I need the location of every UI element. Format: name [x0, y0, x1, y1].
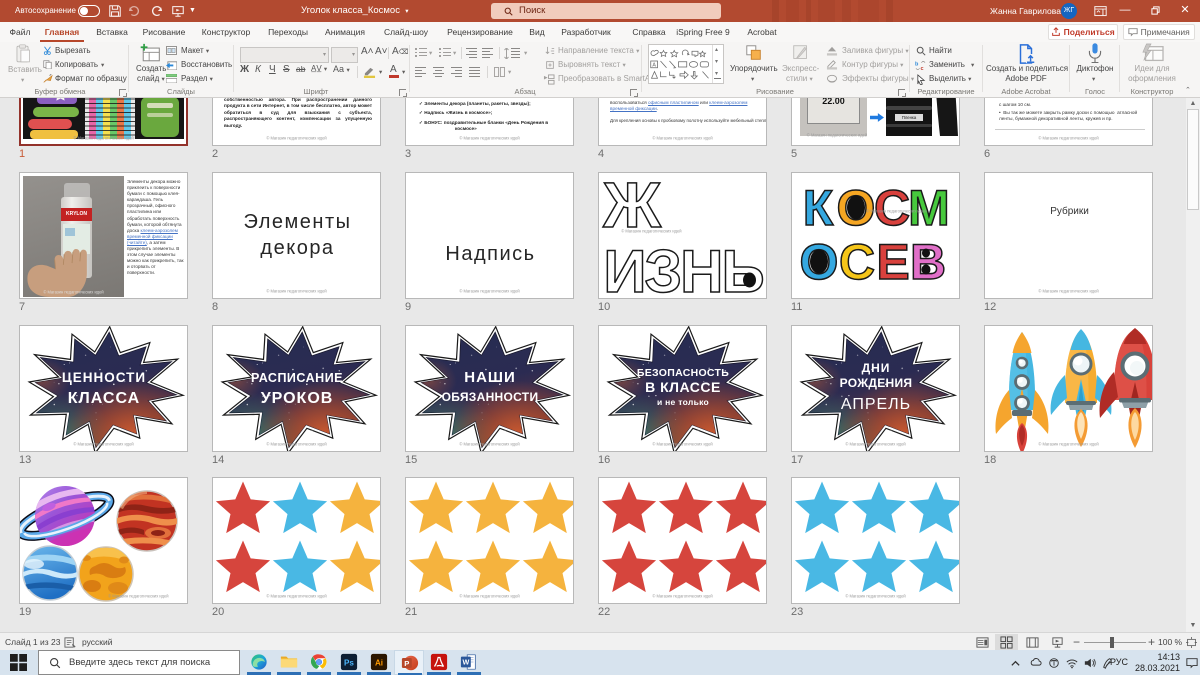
svg-text:В: В	[910, 234, 946, 290]
svg-text:УРОКОВ: УРОКОВ	[261, 390, 334, 407]
svg-text:НАШИ: НАШИ	[464, 369, 516, 386]
svg-text:ОБЯЗАННОСТИ: ОБЯЗАННОСТИ	[442, 390, 539, 404]
svg-text:АПРЕЛЬ: АПРЕЛЬ	[841, 396, 911, 413]
svg-text:РАСПИСАНИЕ: РАСПИСАНИЕ	[251, 371, 343, 385]
svg-text:b: b	[915, 62, 919, 68]
svg-text:W: W	[462, 658, 469, 667]
svg-text:ДНИ: ДНИ	[862, 361, 891, 375]
svg-text:ИЗНЬ: ИЗНЬ	[603, 238, 762, 299]
svg-text:и не только: и не только	[657, 397, 709, 407]
svg-text:БЕЗОПАСНОСТЬ: БЕЗОПАСНОСТЬ	[637, 367, 729, 379]
svg-text:A: A	[652, 63, 656, 69]
svg-text:ЦЕННОСТИ: ЦЕННОСТИ	[62, 370, 146, 385]
svg-text:Ai: Ai	[375, 659, 383, 668]
svg-text:С: С	[839, 234, 875, 290]
svg-text:c: c	[921, 66, 924, 71]
svg-text:С: С	[874, 180, 910, 236]
svg-text:М: М	[908, 180, 950, 236]
svg-text:Ps: Ps	[344, 659, 354, 668]
svg-text:Е: Е	[876, 234, 909, 290]
svg-text:В КЛАССЕ: В КЛАССЕ	[645, 379, 721, 395]
svg-text:КЛАССА: КЛАССА	[68, 390, 140, 407]
svg-text:К: К	[803, 180, 834, 236]
svg-text:РОЖДЕНИЯ: РОЖДЕНИЯ	[840, 376, 913, 390]
svg-text:P: P	[404, 659, 409, 668]
